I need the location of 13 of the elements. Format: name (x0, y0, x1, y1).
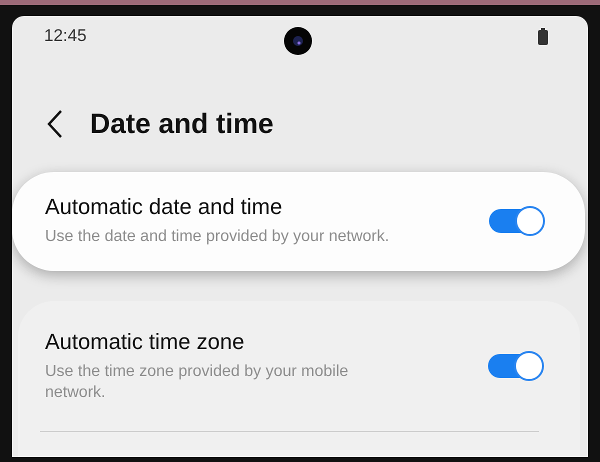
toggle-switch[interactable] (489, 206, 545, 236)
status-time: 12:45 (44, 26, 87, 46)
setting-title: Automatic date and time (45, 194, 284, 220)
setting-card[interactable]: Automatic date and time Use the date and time provided by your network. (12, 172, 585, 271)
page-title: Date and time (90, 108, 274, 140)
camera-icon (283, 26, 313, 56)
setting-card[interactable]: Automatic time zone Use the time zone provided by your mobile network. (18, 301, 580, 457)
setting-title: Automatic time zone (45, 329, 246, 355)
setting-description: Use the date and time provided by your network. (45, 227, 390, 247)
toggle-switch[interactable] (488, 351, 544, 381)
battery-icon (538, 28, 548, 44)
setting-description: Use the time zone provided by your mobile network. (45, 362, 350, 403)
back-button[interactable] (46, 109, 64, 139)
